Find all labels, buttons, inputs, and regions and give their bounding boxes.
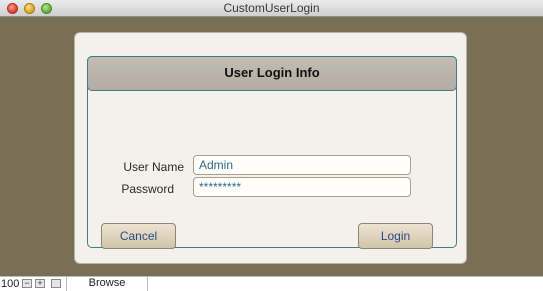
status-bar: 100 − + Browse xyxy=(0,276,543,291)
layout-area: User Login Info User Name Admin Password… xyxy=(0,17,543,276)
window-title: CustomUserLogin xyxy=(223,1,320,15)
username-label: User Name xyxy=(123,160,184,174)
zoom-in-icon[interactable]: + xyxy=(35,279,45,288)
login-button[interactable]: Login xyxy=(358,223,433,249)
login-panel: User Login Info User Name Admin Password… xyxy=(74,32,467,264)
cancel-button[interactable]: Cancel xyxy=(101,223,176,249)
form-header: User Login Info xyxy=(87,56,457,91)
zoom-out-icon[interactable]: − xyxy=(22,279,32,288)
username-field[interactable]: Admin xyxy=(193,155,411,175)
window-titlebar: CustomUserLogin xyxy=(0,0,543,17)
login-frame: User Login Info User Name Admin Password… xyxy=(87,56,457,249)
zoom-level[interactable]: 100 xyxy=(1,278,19,290)
password-field[interactable]: ********* xyxy=(193,177,411,197)
toggle-status-area-icon[interactable] xyxy=(51,279,61,288)
password-label: Password xyxy=(121,182,174,196)
mode-indicator[interactable]: Browse xyxy=(66,277,148,291)
